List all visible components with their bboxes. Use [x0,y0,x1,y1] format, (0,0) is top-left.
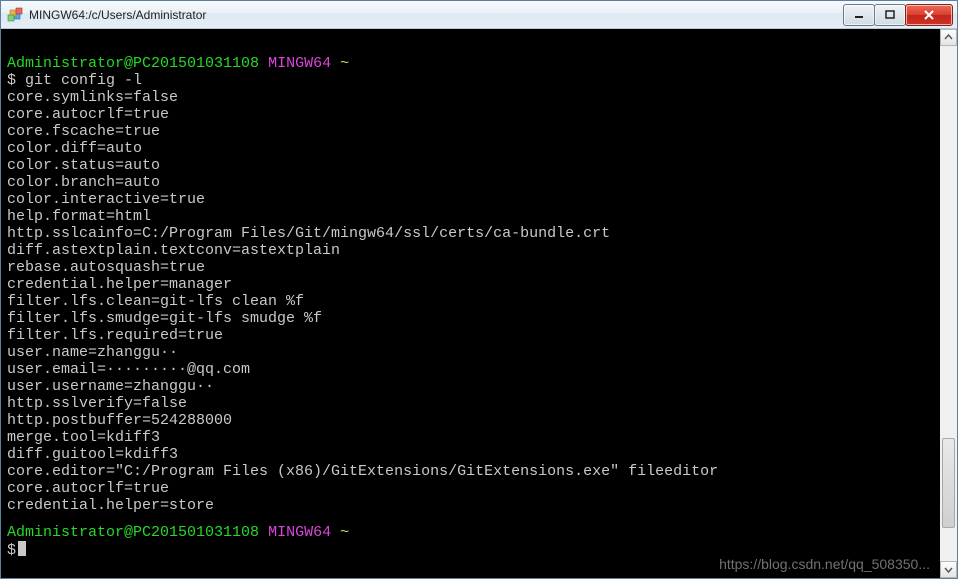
scroll-up-button[interactable] [940,29,957,46]
output-line: filter.lfs.required=true [7,327,940,344]
maximize-icon [885,10,895,20]
output-line: user.email=·········@qq.com [7,361,940,378]
output-line: user.name=zhanggu·· [7,344,940,361]
output-line: http.sslverify=false [7,395,940,412]
cursor [18,541,26,556]
output-line: core.autocrlf=true [7,480,940,497]
output-line: help.format=html [7,208,940,225]
output-line: credential.helper=manager [7,276,940,293]
command-line: $ [7,541,940,559]
chevron-down-icon [944,563,953,577]
scroll-track[interactable] [940,46,957,561]
maximize-button[interactable] [874,4,906,26]
prompt-line: Administrator@PC201501031108 MINGW64 ~ [7,55,940,72]
output-line: merge.tool=kdiff3 [7,429,940,446]
window-frame: MINGW64:/c/Users/Administrator Administr [0,0,958,579]
output-line: color.branch=auto [7,174,940,191]
scrollbar-vertical[interactable] [940,29,957,578]
minimize-button[interactable] [843,4,875,26]
scroll-down-button[interactable] [940,561,957,578]
output-line: filter.lfs.smudge=git-lfs smudge %f [7,310,940,327]
output-line: diff.astextplain.textconv=astextplain [7,242,940,259]
title-bar[interactable]: MINGW64:/c/Users/Administrator [1,1,957,29]
client-area: Administrator@PC201501031108 MINGW64 ~$ … [1,29,957,578]
output-line: core.autocrlf=true [7,106,940,123]
prompt-line: Administrator@PC201501031108 MINGW64 ~ [7,524,940,541]
output-line: http.postbuffer=524288000 [7,412,940,429]
output-line: http.sslcainfo=C:/Program Files/Git/ming… [7,225,940,242]
output-line: user.username=zhanggu·· [7,378,940,395]
output-line: color.diff=auto [7,140,940,157]
scroll-thumb[interactable] [942,438,955,528]
output-line: core.symlinks=false [7,89,940,106]
output-line: diff.guitool=kdiff3 [7,446,940,463]
minimize-icon [854,10,864,20]
output-line: filter.lfs.clean=git-lfs clean %f [7,293,940,310]
window-controls [844,4,953,26]
close-icon [923,10,935,20]
output-line: credential.helper=store [7,497,940,514]
chevron-up-icon [944,31,953,45]
command-line: $ git config -l [7,72,940,89]
window-title: MINGW64:/c/Users/Administrator [29,8,844,22]
terminal[interactable]: Administrator@PC201501031108 MINGW64 ~$ … [1,29,940,578]
output-line: rebase.autosquash=true [7,259,940,276]
output-line: color.status=auto [7,157,940,174]
output-line: color.interactive=true [7,191,940,208]
terminal-output: Administrator@PC201501031108 MINGW64 ~$ … [7,55,940,559]
close-button[interactable] [905,4,953,26]
output-line: core.fscache=true [7,123,940,140]
app-icon [7,7,23,23]
output-line: core.editor="C:/Program Files (x86)/GitE… [7,463,940,480]
